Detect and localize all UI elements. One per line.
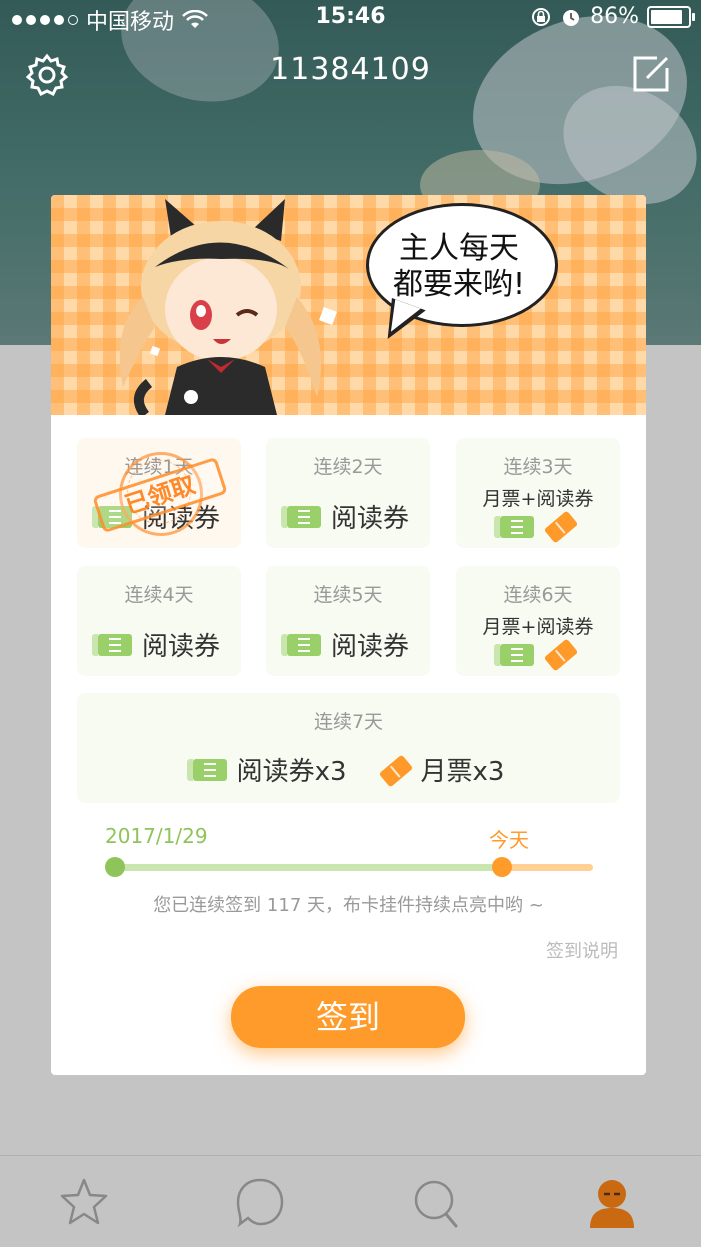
claimed-stamp: 已领取 <box>92 450 228 536</box>
reward-label: 阅读券 <box>141 632 220 662</box>
speech-line-1: 主人每天 <box>399 231 519 266</box>
reading-ticket-icon <box>494 644 534 666</box>
status-bar: 中国移动 15:46 86% <box>0 0 701 35</box>
speech-line-2: 都要来哟! <box>392 267 526 302</box>
day-label: 连续5天 <box>313 584 383 606</box>
battery-percent: 86% <box>590 4 639 29</box>
sign-in-button[interactable]: 签到 <box>231 986 465 1048</box>
sign-in-dialog: 主人每天 都要来哟! 连续1天 阅读券 已领取 连续2天 阅读券 连续3天 月票… <box>51 195 646 1075</box>
progress-today-dot <box>492 857 513 877</box>
day-card-7[interactable]: 连续7天 阅读券x3 月票x3 <box>77 693 620 803</box>
star-icon[interactable] <box>56 1174 112 1230</box>
banner: 主人每天 都要来哟! <box>51 195 646 415</box>
user-id: 11384109 <box>270 52 431 87</box>
monthly-ticket-icon <box>378 753 413 788</box>
reading-ticket-icon <box>91 633 132 656</box>
day-label: 连续4天 <box>124 584 194 606</box>
mascot-girl-illustration <box>119 199 337 415</box>
speech-text: 主人每天 都要来哟! <box>373 231 545 303</box>
progress-start-dot <box>105 857 125 877</box>
monthly-ticket-icon <box>543 638 579 672</box>
reward-label-reading: 阅读券x3 <box>236 757 347 787</box>
alarm-icon <box>563 9 580 26</box>
streak-text: 您已连续签到 117 天，布卡挂件持续点亮中哟 ~ <box>153 895 544 916</box>
progress-fill <box>115 864 503 871</box>
search-icon[interactable] <box>408 1174 464 1230</box>
day-label: 连续2天 <box>313 456 383 478</box>
reward-label: 月票+阅读券 <box>482 488 594 510</box>
progress-track <box>115 864 593 871</box>
start-date: 2017/1/29 <box>105 824 208 848</box>
day-label: 连续6天 <box>503 584 573 606</box>
tab-bar <box>0 1155 701 1247</box>
reward-label-monthly: 月票x3 <box>420 757 505 787</box>
day-card-3[interactable]: 连续3天 月票+阅读券 <box>456 438 620 548</box>
day-card-1[interactable]: 连续1天 阅读券 已领取 <box>77 438 241 548</box>
battery-icon <box>647 5 695 28</box>
rules-link[interactable]: 签到说明 <box>546 937 618 963</box>
day-card-5[interactable]: 连续5天 阅读券 <box>266 566 430 676</box>
day-label: 连续3天 <box>503 456 573 478</box>
profile-icon[interactable] <box>584 1174 640 1230</box>
reward-label: 阅读券 <box>330 632 409 662</box>
monthly-ticket-icon <box>543 510 579 544</box>
today-label: 今天 <box>489 828 529 852</box>
chat-bubble-icon[interactable] <box>232 1174 288 1230</box>
reading-ticket-icon <box>280 633 321 656</box>
reading-ticket-icon <box>494 516 534 538</box>
day-card-6[interactable]: 连续6天 月票+阅读券 <box>456 566 620 676</box>
day-card-2[interactable]: 连续2天 阅读券 <box>266 438 430 548</box>
reward-label: 阅读券 <box>330 504 409 534</box>
orientation-lock-icon <box>532 7 551 26</box>
reading-ticket-icon <box>186 758 227 781</box>
reading-ticket-icon <box>280 505 321 528</box>
day-card-4[interactable]: 连续4天 阅读券 <box>77 566 241 676</box>
day-label: 连续7天 <box>313 711 384 733</box>
edit-icon[interactable] <box>631 54 671 94</box>
reward-label: 月票+阅读券 <box>482 616 594 638</box>
